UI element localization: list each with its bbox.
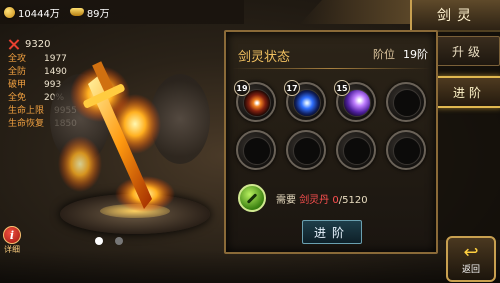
empty-socket-icon: [393, 89, 421, 117]
gold-amount: 10444万: [18, 8, 60, 20]
spirit-pill-icon[interactable]: [238, 184, 266, 212]
empty-socket-icon: [393, 137, 421, 165]
return-label: 返回: [461, 264, 480, 275]
gem-slot[interactable]: 19: [234, 80, 276, 122]
stat-label: 全防: [8, 67, 27, 77]
panel-title: 剑灵状态: [238, 50, 291, 65]
empty-gem-slot[interactable]: [386, 130, 426, 170]
stat-label: 全攻: [8, 54, 27, 64]
gem-slot[interactable]: 15: [334, 80, 376, 122]
empty-gem-slot[interactable]: [236, 130, 276, 170]
tab-advance[interactable]: 进阶: [436, 76, 500, 108]
page-dot[interactable]: [95, 237, 103, 245]
slot-level: 15: [334, 80, 350, 96]
gold-currency: 10444万: [4, 5, 60, 20]
requirement-prefix: 需要: [276, 194, 296, 206]
empty-gem-slot[interactable]: [386, 82, 426, 122]
stat-label: 破甲: [8, 80, 27, 90]
detail-button[interactable]: i 详细: [3, 226, 21, 255]
empty-gem-slot[interactable]: [286, 130, 326, 170]
ingot-currency: 89万: [69, 5, 110, 20]
gem-slot[interactable]: 17: [284, 80, 326, 122]
page-dot[interactable]: [115, 237, 123, 245]
gold-coin-icon: [4, 6, 15, 18]
currency-bar: 10444万 89万: [0, 0, 244, 24]
page-indicator: [95, 237, 123, 245]
advance-button[interactable]: 进阶: [302, 220, 362, 244]
requirement-need: /5120: [338, 194, 368, 206]
empty-socket-icon: [343, 137, 371, 165]
sword-display[interactable]: [40, 44, 210, 244]
info-icon: i: [3, 226, 21, 244]
rank-value: 19阶: [403, 48, 428, 61]
page-title: 剑灵: [410, 0, 500, 32]
header-decoration: [300, 0, 410, 24]
return-arrow-icon: ↩: [463, 241, 479, 263]
rank-label: 阶位: [373, 48, 395, 61]
requirement-item: 剑灵丹: [299, 194, 330, 206]
detail-label: 详细: [4, 245, 20, 254]
requirement-row: 需要 剑灵丹 0/5120: [238, 184, 368, 212]
sword-spirit-panel: 剑灵状态 阶位 19阶 19 17 15 需要 剑灵丹 0/5120 进阶: [224, 30, 438, 254]
empty-socket-icon: [293, 137, 321, 165]
stat-label: 全免: [8, 93, 27, 103]
tab-upgrade[interactable]: 升级: [436, 36, 500, 66]
ingot-amount: 89万: [86, 8, 110, 20]
empty-gem-slot[interactable]: [336, 130, 376, 170]
flaming-sword-icon: [58, 61, 175, 212]
rank-info: 阶位 19阶: [373, 46, 428, 62]
requirement-text: 需要 剑灵丹 0/5120: [276, 191, 368, 206]
slot-level: 19: [234, 80, 250, 96]
gold-ingot-icon: [69, 8, 84, 16]
empty-socket-icon: [243, 137, 271, 165]
slot-level: 17: [284, 80, 300, 96]
return-button[interactable]: ↩ 返回: [446, 236, 496, 282]
crossed-swords-icon: [8, 39, 19, 50]
divider: [232, 68, 430, 69]
bottom-shadow: [0, 250, 500, 283]
